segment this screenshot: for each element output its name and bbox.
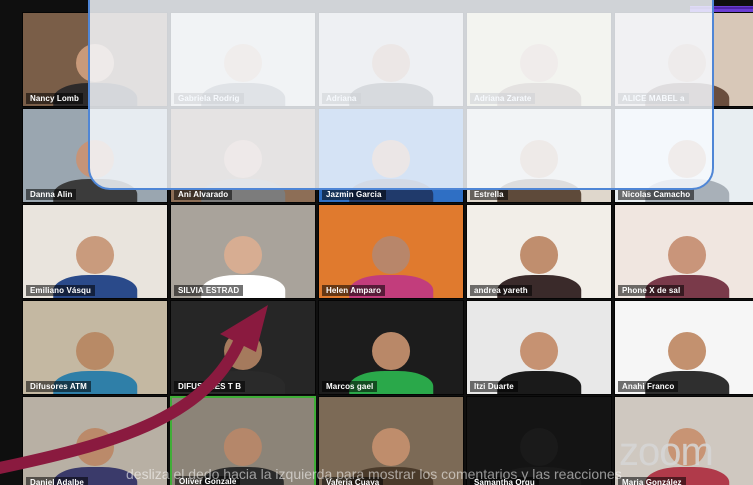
zoom-gallery-view: Nancy LombGabriela RodrigAdrianaAdriana … — [0, 0, 753, 485]
participant-tile[interactable]: Itzi Duarte — [466, 300, 612, 395]
participant-tile[interactable]: Helen Amparo — [318, 204, 464, 299]
participant-head — [224, 428, 262, 466]
participant-head — [75, 235, 115, 274]
participant-name-label: Helen Amparo — [322, 285, 386, 296]
participant-tile[interactable]: Difusores ATM — [22, 300, 168, 395]
participant-name-label: Emiliano Vásqu — [26, 285, 95, 296]
participant-name-label: SILVIA ESTRAD — [174, 285, 244, 296]
participant-tile[interactable]: Phone X de sal — [614, 204, 753, 299]
participant-head — [371, 427, 411, 466]
participant-tile[interactable]: andrea yareth — [466, 204, 612, 299]
participant-name-label: Itzi Duarte — [470, 381, 518, 392]
participant-tile[interactable]: SILVIA ESTRAD — [170, 204, 316, 299]
participant-tile[interactable]: Marcos gael — [318, 300, 464, 395]
participant-name-label: Difusores ATM — [26, 381, 91, 392]
participant-name-label: Nancy Lomb — [26, 93, 84, 104]
participant-head — [371, 331, 411, 370]
participant-head — [519, 331, 559, 370]
participant-head — [667, 235, 707, 274]
participant-head — [223, 331, 263, 370]
participant-name-label: Marcos gael — [322, 381, 378, 392]
participant-name-label: Nicolas Camacho — [618, 189, 695, 200]
notification-overlay-card — [88, 0, 714, 190]
participant-name-label: Jazmin Garcia — [322, 189, 386, 200]
instruction-caption: desliza el dedo hacia la izquierda para … — [126, 466, 622, 482]
participant-tile[interactable]: DIFUSORES T B — [170, 300, 316, 395]
participant-head — [371, 235, 411, 274]
participant-tile[interactable]: Anahi Franco — [614, 300, 753, 395]
participant-name-label: andrea yareth — [470, 285, 532, 296]
participant-head — [75, 331, 115, 370]
participant-name-label: Ani Alvarado — [174, 189, 233, 200]
participant-name-label: Estrella — [470, 189, 508, 200]
participant-name-label: DIFUSORES T B — [174, 381, 246, 392]
participant-head — [75, 427, 115, 466]
participant-tile[interactable]: Emiliano Vásqu — [22, 204, 168, 299]
participant-head — [667, 331, 707, 370]
participant-head — [519, 427, 559, 466]
participant-name-label: Danna Alin — [26, 189, 77, 200]
participant-name-label: Phone X de sal — [618, 285, 685, 296]
participant-head — [519, 235, 559, 274]
participant-name-label: Anahi Franco — [618, 381, 679, 392]
participant-head — [223, 235, 263, 274]
